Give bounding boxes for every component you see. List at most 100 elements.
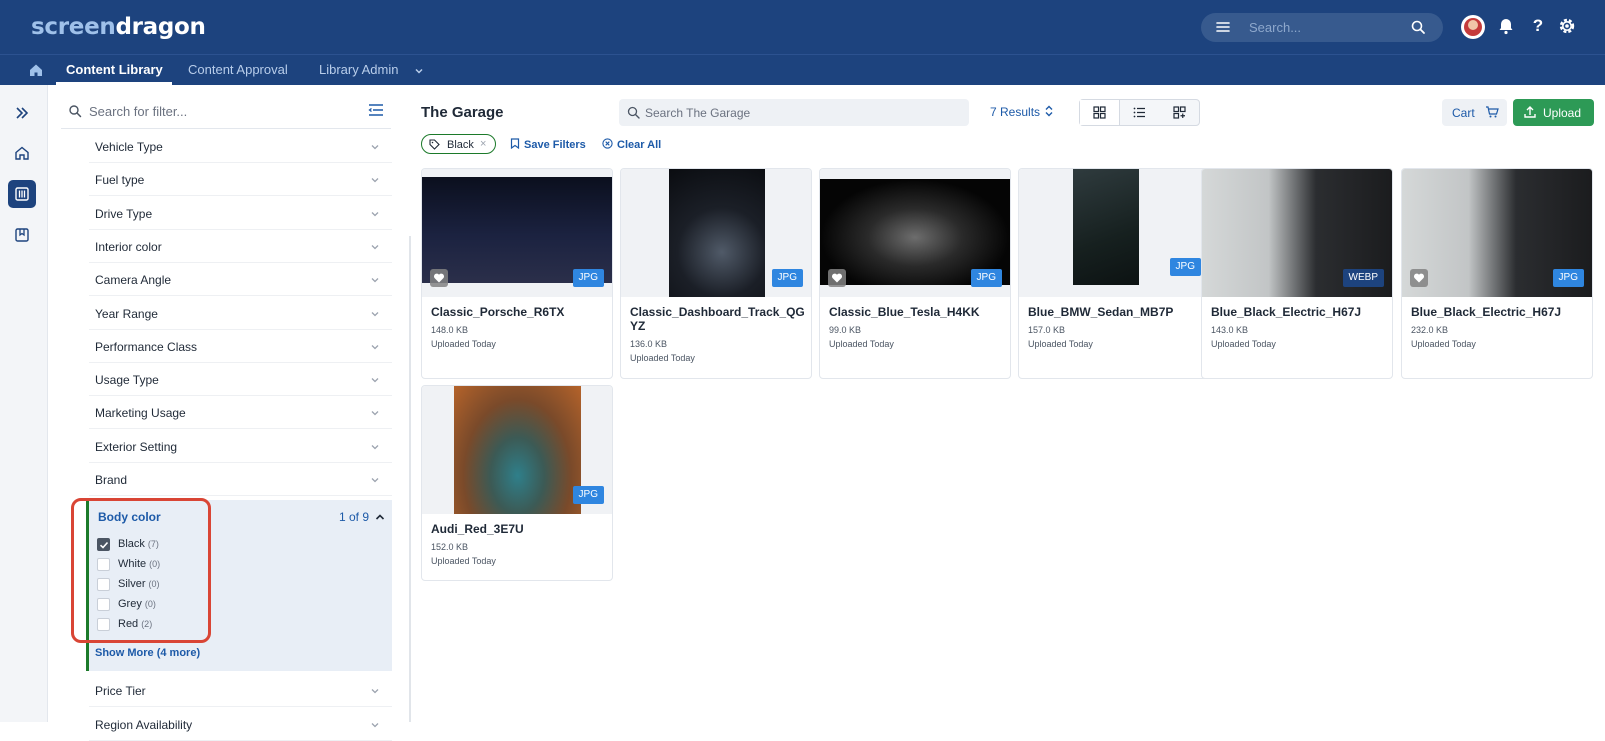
facet-item[interactable]: Region Availability xyxy=(89,708,392,741)
chip-close-icon[interactable]: × xyxy=(480,138,486,150)
chevron-down-icon[interactable] xyxy=(370,375,380,385)
tab-content-library[interactable]: Content Library xyxy=(66,62,163,77)
chevron-down-icon[interactable] xyxy=(370,275,380,285)
cart-button[interactable]: Cart xyxy=(1442,99,1507,126)
facet-item[interactable]: Marketing Usage xyxy=(89,396,392,429)
rail-library-button[interactable] xyxy=(8,180,36,208)
library-search-placeholder[interactable]: Search The Garage xyxy=(645,106,750,120)
asset-thumbnail[interactable]: JPG xyxy=(422,169,612,297)
asset-name[interactable]: Classic_Porsche_R6TX xyxy=(431,305,607,319)
global-search-placeholder[interactable]: Search... xyxy=(1249,20,1301,35)
chevron-down-icon[interactable] xyxy=(370,309,380,319)
asset-name[interactable]: Blue_BMW_Sedan_MB7P xyxy=(1028,305,1204,319)
tab-library-admin[interactable]: Library Admin xyxy=(319,62,398,77)
filter-panel-scrollbar[interactable] xyxy=(409,236,411,722)
screendragon-logo[interactable]: screendragon xyxy=(31,14,206,40)
favorite-button[interactable] xyxy=(828,269,846,287)
chevron-down-icon[interactable] xyxy=(414,66,424,76)
format-badge: JPG xyxy=(1552,269,1584,287)
format-badge: JPG xyxy=(970,269,1002,287)
asset-card[interactable]: WEBP Blue_Black_Electric_H67J 143.0 KB Uplo… xyxy=(1201,168,1393,379)
asset-size: 232.0 KB xyxy=(1411,325,1449,335)
asset-name[interactable]: Blue_Black_Electric_H67J xyxy=(1411,305,1587,319)
tab-content-approval[interactable]: Content Approval xyxy=(188,62,288,77)
facet-label: Vehicle Type xyxy=(95,140,163,154)
asset-card[interactable]: JPG Blue_Black_Electric_H67J 232.0 KB Uploa… xyxy=(1401,168,1593,379)
grid-view-button[interactable] xyxy=(1080,100,1120,125)
asset-name[interactable]: Audi_Red_3E7U xyxy=(431,522,607,536)
asset-card[interactable]: JPG Classic_Porsche_R6TX 148.0 KB Uploaded … xyxy=(421,168,613,379)
chevron-down-icon[interactable] xyxy=(370,408,380,418)
asset-name[interactable]: Classic_Dashboard_Track_QGYZ xyxy=(630,305,806,333)
upload-button[interactable]: Upload xyxy=(1513,99,1594,126)
facet-item[interactable]: Year Range xyxy=(89,297,392,330)
gear-icon[interactable] xyxy=(1557,16,1577,36)
asset-thumbnail[interactable]: JPG xyxy=(422,386,612,514)
menu-icon[interactable] xyxy=(1215,19,1231,35)
bell-icon[interactable] xyxy=(1496,16,1516,36)
facet-item[interactable]: Vehicle Type xyxy=(89,130,392,163)
facet-item[interactable]: Brand xyxy=(89,463,392,496)
asset-name[interactable]: Classic_Blue_Tesla_H4KK xyxy=(829,305,1005,319)
facet-item[interactable]: Exterior Setting xyxy=(89,430,392,463)
facet-item[interactable]: Usage Type xyxy=(89,363,392,396)
tag-icon xyxy=(429,139,440,150)
facet-item[interactable]: Camera Angle xyxy=(89,263,392,296)
collapse-filters-icon[interactable] xyxy=(367,101,385,119)
asset-thumbnail[interactable]: JPG xyxy=(621,169,811,297)
home-icon[interactable] xyxy=(28,62,44,78)
list-view-button[interactable] xyxy=(1120,100,1160,125)
facet-item[interactable]: Interior color xyxy=(89,230,392,263)
asset-thumbnail[interactable]: JPG xyxy=(820,169,1010,297)
chevron-down-icon[interactable] xyxy=(370,475,380,485)
heart-icon xyxy=(1413,273,1425,283)
global-search-bar[interactable]: Search... xyxy=(1201,13,1443,42)
favorite-button[interactable] xyxy=(430,269,448,287)
chevron-down-icon[interactable] xyxy=(370,175,380,185)
help-icon[interactable]: ? xyxy=(1528,16,1548,36)
facet-label: Year Range xyxy=(95,307,158,321)
bookmark-box-icon xyxy=(15,228,29,242)
search-icon[interactable] xyxy=(1410,19,1426,35)
search-icon xyxy=(69,105,82,118)
favorite-button[interactable] xyxy=(1410,269,1428,287)
asset-upload-date: Uploaded Today xyxy=(431,339,496,349)
chevron-down-icon[interactable] xyxy=(370,142,380,152)
logo-part-1: screen xyxy=(31,14,116,40)
chevron-down-icon[interactable] xyxy=(370,242,380,252)
chevron-down-icon[interactable] xyxy=(370,442,380,452)
facet-item[interactable]: Performance Class xyxy=(89,330,392,363)
asset-card[interactable]: JPG Classic_Blue_Tesla_H4KK 99.0 KB Uploade… xyxy=(819,168,1011,379)
mosaic-view-button[interactable] xyxy=(1160,100,1200,125)
chevron-up-icon[interactable] xyxy=(374,511,386,523)
asset-upload-date: Uploaded Today xyxy=(1028,339,1093,349)
asset-thumbnail[interactable]: WEBP xyxy=(1202,169,1392,297)
facet-item[interactable]: Price Tier xyxy=(89,674,392,707)
logo-part-2: dragon xyxy=(115,14,206,40)
library-search-input[interactable]: Search The Garage xyxy=(619,99,969,126)
chevron-down-icon[interactable] xyxy=(370,342,380,352)
active-filter-chip[interactable]: Black × xyxy=(421,134,496,154)
asset-thumbnail[interactable]: JPG xyxy=(1402,169,1592,297)
asset-card[interactable]: JPG Blue_BMW_Sedan_MB7P 157.0 KB Uploaded T… xyxy=(1018,168,1210,379)
asset-card[interactable]: JPG Audi_Red_3E7U 152.0 KB Uploaded Today xyxy=(421,385,613,581)
filter-search[interactable]: Search for filter... xyxy=(61,93,391,129)
upload-icon xyxy=(1524,106,1536,118)
facet-item[interactable]: Drive Type xyxy=(89,197,392,230)
show-more-link[interactable]: Show More (4 more) xyxy=(95,647,200,659)
avatar[interactable] xyxy=(1461,15,1485,39)
rail-saved-button[interactable] xyxy=(8,221,36,249)
results-sort-button[interactable]: 7 Results xyxy=(990,105,1054,119)
asset-name[interactable]: Blue_Black_Electric_H67J xyxy=(1211,305,1387,319)
asset-thumbnail[interactable]: JPG xyxy=(1019,169,1209,297)
sub-nav: Content Library Content Approval Library… xyxy=(0,54,1605,85)
facet-item[interactable]: Fuel type xyxy=(89,163,392,196)
chevron-down-icon[interactable] xyxy=(370,686,380,696)
filter-search-placeholder[interactable]: Search for filter... xyxy=(89,104,187,119)
asset-card[interactable]: JPG Classic_Dashboard_Track_QGYZ 136.0 KB U… xyxy=(620,168,812,379)
clear-all-button[interactable]: Clear All xyxy=(602,138,661,151)
expand-rail-button[interactable] xyxy=(8,99,36,127)
chevron-down-icon[interactable] xyxy=(370,209,380,219)
save-filters-button[interactable]: Save Filters xyxy=(510,138,586,151)
rail-home-button[interactable] xyxy=(8,139,36,167)
